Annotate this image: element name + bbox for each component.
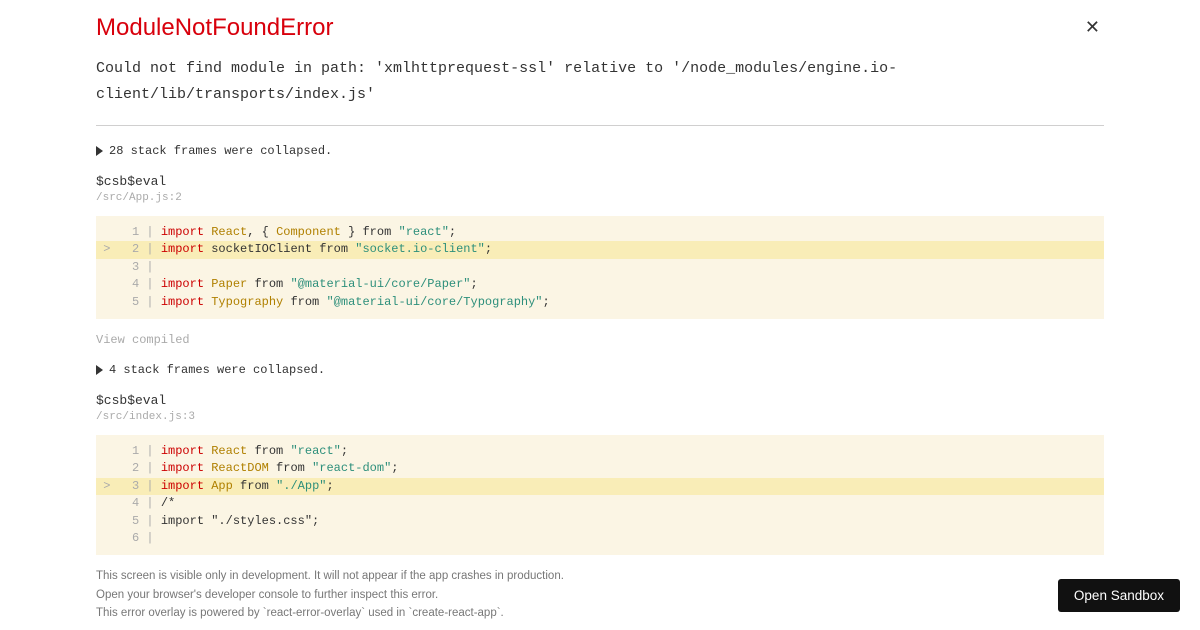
error-title: ModuleNotFoundError: [96, 14, 333, 42]
collapsed-frames-toggle[interactable]: 28 stack frames were collapsed.: [96, 144, 1104, 158]
collapsed-frames-label: 4 stack frames were collapsed.: [109, 363, 325, 377]
footer-line: This error overlay is powered by `react-…: [96, 605, 1104, 622]
error-message: Could not find module in path: 'xmlhttpr…: [96, 56, 1104, 107]
footer-line: This screen is visible only in developme…: [96, 568, 1104, 585]
divider: [96, 125, 1104, 126]
footer-line: Open your browser's developer console to…: [96, 587, 1104, 604]
code-block: 1 | import React, { Component } from "re…: [96, 216, 1104, 319]
stack-frame-location: /src/App.js:2: [96, 192, 1104, 204]
collapsed-frames-toggle[interactable]: 4 stack frames were collapsed.: [96, 363, 1104, 377]
stack-frame-location: /src/index.js:3: [96, 411, 1104, 423]
footer-note: This screen is visible only in developme…: [0, 560, 1200, 630]
stack-frame-title: $csb$eval: [96, 174, 1104, 189]
collapsed-frames-label: 28 stack frames were collapsed.: [109, 144, 332, 158]
view-compiled-link[interactable]: View compiled: [96, 333, 1104, 347]
close-icon[interactable]: ✕: [1081, 14, 1104, 40]
code-block: 1 | import React from "react"; 2 | impor…: [96, 435, 1104, 555]
stack-frame-title: $csb$eval: [96, 393, 1104, 408]
open-sandbox-button[interactable]: Open Sandbox: [1058, 579, 1180, 612]
